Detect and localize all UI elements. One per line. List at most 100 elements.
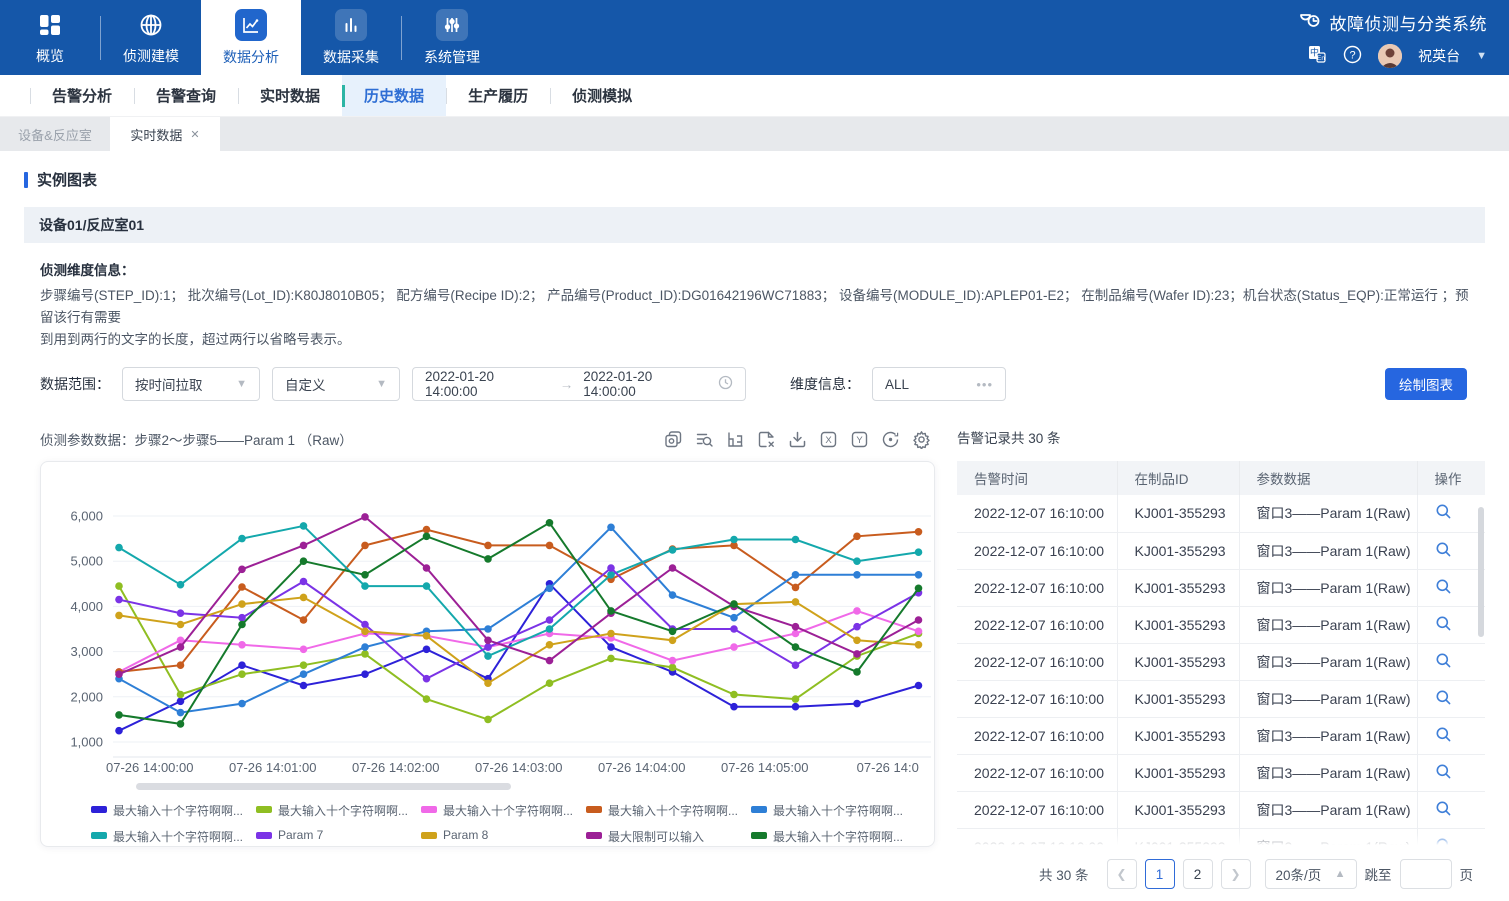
legend-swatch (421, 832, 437, 839)
user-name[interactable]: 祝英台 (1418, 46, 1460, 66)
cell-param-data: 窗口3——Param 1(Raw) (1239, 828, 1417, 845)
svg-text:4,000: 4,000 (70, 599, 103, 614)
bin-chart-icon[interactable] (726, 430, 745, 449)
cell-param-data: 窗口3——Param 1(Raw) (1239, 569, 1417, 606)
date-end[interactable]: 2022-01-20 14:00:00 (583, 369, 708, 399)
legend-item-8[interactable]: Param 8 (421, 828, 586, 845)
table-row: 2022-12-07 16:10:00KJ001-355293窗口3——Para… (957, 606, 1485, 643)
legend-item-4[interactable]: 最大输入十个字符啊啊... (586, 802, 751, 819)
draw-chart-button[interactable]: 绘制图表 (1385, 368, 1467, 400)
view-detail-icon[interactable] (1435, 507, 1452, 523)
page-button-1[interactable]: 1 (1145, 859, 1175, 889)
dimension-select[interactable]: ALL ••• (872, 367, 1006, 401)
view-detail-icon[interactable] (1435, 730, 1452, 746)
legend-item-1[interactable]: 最大输入十个字符啊啊... (91, 802, 256, 819)
date-range-picker[interactable]: 2022-01-20 14:00:00 → 2022-01-20 14:00:0… (412, 367, 746, 401)
prev-page-button[interactable]: ❮ (1107, 859, 1137, 889)
subnav-item-2[interactable]: 告警查询 (134, 75, 238, 116)
nav-item-4[interactable]: 数据采集 (301, 0, 401, 75)
cell-action (1417, 532, 1485, 569)
search-list-icon[interactable] (695, 430, 714, 449)
nav-item-5[interactable]: 系统管理 (402, 0, 502, 75)
ellipsis-icon: ••• (976, 377, 993, 392)
legend-item-2[interactable]: 最大输入十个字符啊啊... (256, 802, 421, 819)
legend-item-6[interactable]: 最大输入十个字符啊啊... (91, 828, 256, 845)
cell-action (1417, 754, 1485, 791)
line-chart-icon (235, 9, 267, 41)
y-axis-icon[interactable]: Y (850, 430, 869, 449)
nav-item-label: 系统管理 (424, 47, 480, 67)
view-detail-icon[interactable] (1435, 656, 1452, 672)
cell-wafer-id: KJ001-355293 (1117, 828, 1239, 845)
fetch-mode-select[interactable]: 按时间拉取▼ (122, 367, 260, 401)
legend-label: 最大输入十个字符啊啊... (113, 828, 243, 845)
section-title: 实例图表 (24, 169, 1485, 190)
table-row: 2022-12-07 16:10:00KJ001-355293窗口3——Para… (957, 680, 1485, 717)
legend-label: 最大输入十个字符啊啊... (773, 828, 903, 845)
legend-swatch (91, 806, 107, 813)
history-icon[interactable] (881, 430, 900, 449)
view-detail-icon[interactable] (1435, 693, 1452, 709)
legend-item-5[interactable]: 最大输入十个字符啊啊... (751, 802, 916, 819)
cell-alarm-time: 2022-12-07 16:10:00 (957, 754, 1117, 791)
nav-item-2[interactable]: 侦测建模 (101, 0, 201, 75)
cell-wafer-id: KJ001-355293 (1117, 569, 1239, 606)
close-icon[interactable]: ✕ (190, 128, 199, 141)
page-button-2[interactable]: 2 (1183, 859, 1213, 889)
legend-item-10[interactable]: 最大输入十个字符啊啊... (751, 828, 916, 845)
next-page-button[interactable]: ❯ (1221, 859, 1251, 889)
chart-horizontal-scrollbar[interactable] (136, 783, 511, 790)
column-header: 在制品ID (1117, 461, 1239, 495)
dim-info-line2: 到用到两行的文字的长度，超过两行以省略号表示。 (40, 329, 1469, 351)
tab-2[interactable]: 实时数据✕ (110, 117, 220, 151)
overlay-layers-icon[interactable] (664, 430, 683, 449)
chevron-down-icon: ▼ (376, 378, 387, 390)
table-vertical-scrollbar[interactable] (1478, 507, 1484, 637)
column-header: 操作 (1417, 461, 1485, 495)
chevron-down-icon[interactable]: ▼ (1476, 50, 1487, 62)
nav-item-1[interactable]: 概览 (0, 0, 100, 75)
svg-text:6,000: 6,000 (70, 509, 103, 524)
view-detail-icon[interactable] (1435, 841, 1452, 846)
legend-item-3[interactable]: 最大输入十个字符啊啊... (421, 802, 586, 819)
subnav-item-6[interactable]: 侦测模拟 (550, 75, 654, 116)
file-export-icon[interactable] (757, 430, 776, 449)
svg-text:07-26 14:03:00: 07-26 14:03:00 (475, 760, 562, 775)
cell-wafer-id: KJ001-355293 (1117, 606, 1239, 643)
help-icon[interactable]: ? (1343, 45, 1362, 67)
view-detail-icon[interactable] (1435, 767, 1452, 783)
view-detail-icon[interactable] (1435, 804, 1452, 820)
main-nav: 概览 侦测建模数据分析数据采集系统管理 (0, 0, 502, 75)
cell-alarm-time: 2022-12-07 16:10:00 (957, 680, 1117, 717)
view-detail-icon[interactable] (1435, 545, 1452, 561)
download-icon[interactable] (788, 430, 807, 449)
alarm-table: 告警时间在制品ID参数数据操作 2022-12-07 16:10:00KJ001… (957, 461, 1485, 845)
legend-item-7[interactable]: Param 7 (256, 828, 421, 845)
translate-icon[interactable]: 中 En (1307, 44, 1327, 67)
subnav-item-5[interactable]: 生产履历 (446, 75, 550, 116)
table-row: 2022-12-07 16:10:00KJ001-355293窗口3——Para… (957, 717, 1485, 754)
date-start[interactable]: 2022-01-20 14:00:00 (425, 369, 550, 399)
jump-page-input[interactable] (1400, 859, 1452, 889)
range-type-select[interactable]: 自定义▼ (272, 367, 400, 401)
arrow-right-icon: → (560, 377, 574, 392)
view-detail-icon[interactable] (1435, 619, 1452, 635)
legend-item-9[interactable]: 最大限制可以输入 (586, 828, 751, 845)
view-detail-icon[interactable] (1435, 582, 1452, 598)
subnav-item-3[interactable]: 实时数据 (238, 75, 342, 116)
tab-1[interactable]: 设备&反应室 (0, 117, 110, 151)
cell-wafer-id: KJ001-355293 (1117, 680, 1239, 717)
nav-item-label: 概览 (36, 46, 64, 66)
nav-item-3[interactable]: 数据分析 (201, 0, 301, 75)
subnav-item-4[interactable]: 历史数据 (342, 75, 446, 116)
settings-icon[interactable] (912, 430, 931, 449)
cell-action (1417, 717, 1485, 754)
cell-action (1417, 606, 1485, 643)
avatar[interactable] (1378, 44, 1402, 68)
cell-alarm-time: 2022-12-07 16:10:00 (957, 606, 1117, 643)
cell-wafer-id: KJ001-355293 (1117, 532, 1239, 569)
x-axis-icon[interactable]: X (819, 430, 838, 449)
page-size-select[interactable]: 20条/页 ▲ (1265, 859, 1357, 889)
subnav-item-1[interactable]: 告警分析 (30, 75, 134, 116)
cell-alarm-time: 2022-12-07 16:10:00 (957, 828, 1117, 845)
